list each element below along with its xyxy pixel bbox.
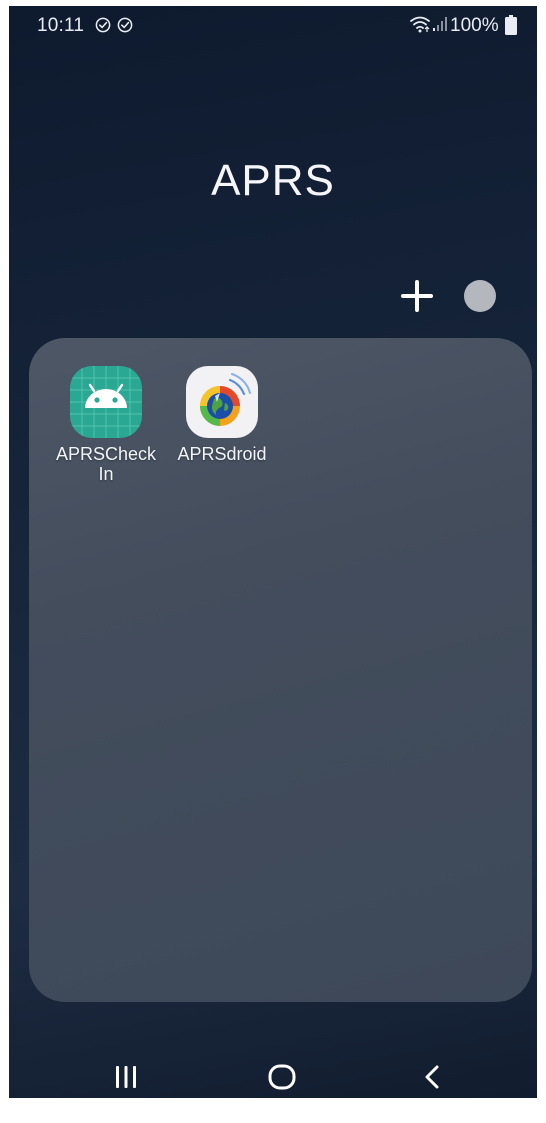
check-circle-icon [95,17,111,33]
check-circle-icon [117,17,133,33]
back-icon[interactable] [421,1063,445,1091]
status-bar: 10:11 100% [9,6,537,42]
aprsdroid-globe-icon [186,366,258,438]
recents-icon[interactable] [111,1064,141,1090]
android-icon [70,366,142,438]
home-icon[interactable] [267,1064,297,1090]
app-aprscheckin[interactable]: APRSCheck In [46,366,166,484]
folder-title[interactable]: APRS [9,156,537,206]
battery-icon [505,15,517,35]
app-label-line: APRSCheck [55,444,157,464]
app-label-line: In [98,464,114,484]
navigation-bar [9,1046,537,1098]
folder-color-button[interactable] [464,280,496,312]
signal-icon [433,17,447,31]
app-aprsdroid[interactable]: APRSdroid [162,366,282,464]
app-label-line: APRSdroid [177,444,267,464]
wifi-icon [410,16,430,33]
app-label: APRSdroid [162,444,282,464]
status-time: 10:11 [37,15,85,36]
add-app-button[interactable] [397,276,437,316]
app-label: APRSCheck In [46,444,166,484]
battery-percent: 100% [450,15,499,36]
home-screen: 10:11 100% APRS APRSCheck In APRSdroid [9,6,537,1098]
